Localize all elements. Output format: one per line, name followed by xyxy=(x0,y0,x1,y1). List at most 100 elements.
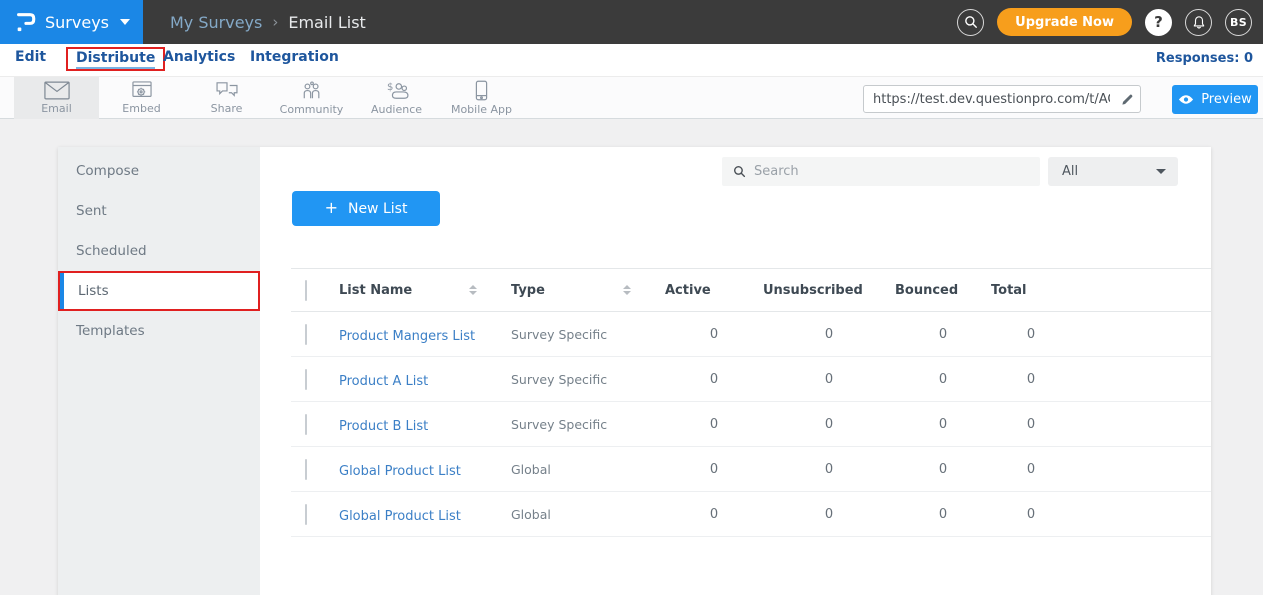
sidebar-item-templates[interactable]: Templates xyxy=(58,311,260,351)
lists-card: Compose Sent Scheduled Lists Templates A… xyxy=(58,147,1211,595)
channel-embed-label: Embed xyxy=(122,102,160,115)
product-name: Surveys xyxy=(45,13,109,32)
svg-text:$: $ xyxy=(387,82,393,93)
list-name-link[interactable]: Global Product List xyxy=(339,509,461,524)
list-name-link[interactable]: Global Product List xyxy=(339,464,461,479)
breadcrumb-separator-icon: › xyxy=(272,13,278,31)
questionpro-logo-icon xyxy=(14,7,36,37)
list-type: Survey Specific xyxy=(511,327,665,342)
preview-button[interactable]: Preview xyxy=(1172,85,1258,114)
distribute-channel-toolbar: Email Embed xyxy=(0,76,1263,119)
sidebar-item-compose[interactable]: Compose xyxy=(58,151,260,191)
sidebar-item-lists[interactable]: Lists xyxy=(58,271,260,311)
unsubscribed-count: 0 xyxy=(763,417,895,432)
list-type: Global xyxy=(511,507,665,522)
plus-icon: + xyxy=(325,198,338,217)
channel-list: Email Embed xyxy=(14,77,524,119)
sidebar-item-sent[interactable]: Sent xyxy=(58,191,260,231)
table-row: Product A List Survey Specific 0 0 0 0 xyxy=(291,357,1211,402)
row-checkbox[interactable] xyxy=(305,324,307,345)
header-total: Total xyxy=(991,283,1071,298)
global-search-button[interactable] xyxy=(957,9,984,36)
list-search-input[interactable] xyxy=(754,164,1040,179)
embed-icon xyxy=(131,81,153,100)
channel-community-label: Community xyxy=(280,103,344,116)
search-icon xyxy=(964,15,978,29)
channel-share[interactable]: Share xyxy=(184,77,269,119)
channel-audience[interactable]: $ Audience xyxy=(354,77,439,119)
breadcrumb-current-page: Email List xyxy=(288,13,365,32)
breadcrumb-my-surveys[interactable]: My Surveys xyxy=(170,13,262,32)
share-icon xyxy=(215,81,239,100)
select-all-checkbox[interactable] xyxy=(305,280,307,301)
tab-edit[interactable]: Edit xyxy=(15,49,46,65)
search-icon xyxy=(733,165,746,178)
sort-icon[interactable] xyxy=(469,285,477,295)
row-checkbox[interactable] xyxy=(305,459,307,480)
user-avatar[interactable]: BS xyxy=(1225,9,1252,36)
total-count: 0 xyxy=(991,507,1071,522)
edit-url-button[interactable] xyxy=(1114,93,1140,106)
avatar-initials: BS xyxy=(1230,16,1247,29)
list-filter-value: All xyxy=(1062,164,1078,179)
list-filter-dropdown[interactable]: All xyxy=(1048,157,1178,186)
tab-distribute[interactable]: Distribute xyxy=(66,47,165,71)
channel-share-label: Share xyxy=(211,102,243,115)
row-checkbox[interactable] xyxy=(305,414,307,435)
help-button[interactable]: ? xyxy=(1145,9,1172,36)
total-count: 0 xyxy=(991,327,1071,342)
chevron-down-icon xyxy=(1156,169,1166,174)
question-mark-icon: ? xyxy=(1154,13,1163,31)
chevron-down-icon xyxy=(120,19,130,25)
sidebar-item-scheduled[interactable]: Scheduled xyxy=(58,231,260,271)
list-type: Global xyxy=(511,462,665,477)
bounced-count: 0 xyxy=(895,417,991,432)
total-count: 0 xyxy=(991,417,1071,432)
row-checkbox[interactable] xyxy=(305,369,307,390)
new-list-label: New List xyxy=(348,201,407,217)
channel-email-label: Email xyxy=(41,102,72,115)
list-name-link[interactable]: Product A List xyxy=(339,374,428,389)
email-icon xyxy=(44,81,70,100)
bounced-count: 0 xyxy=(895,462,991,477)
unsubscribed-count: 0 xyxy=(763,462,895,477)
active-count: 0 xyxy=(665,507,763,522)
sort-icon[interactable] xyxy=(623,285,631,295)
table-header-row: List Name Type Active Unsubscribed Bounc… xyxy=(291,268,1211,312)
channel-mobile-app[interactable]: Mobile App xyxy=(439,77,524,119)
new-list-button[interactable]: + New List xyxy=(292,191,440,226)
survey-url-input[interactable] xyxy=(864,92,1114,107)
list-name-link[interactable]: Product Mangers List xyxy=(339,329,475,344)
unsubscribed-count: 0 xyxy=(763,327,895,342)
active-count: 0 xyxy=(665,372,763,387)
pencil-icon xyxy=(1121,93,1134,106)
header-type[interactable]: Type xyxy=(511,283,665,298)
channel-audience-label: Audience xyxy=(371,103,422,116)
mobile-app-icon xyxy=(475,80,488,101)
row-checkbox[interactable] xyxy=(305,504,307,525)
upgrade-now-button[interactable]: Upgrade Now xyxy=(997,8,1132,36)
list-name-link[interactable]: Product B List xyxy=(339,419,428,434)
table-row: Global Product List Global 0 0 0 0 xyxy=(291,447,1211,492)
unsubscribed-count: 0 xyxy=(763,372,895,387)
audience-icon: $ xyxy=(384,81,410,101)
responses-count[interactable]: Responses: 0 xyxy=(1156,51,1253,66)
list-type: Survey Specific xyxy=(511,372,665,387)
total-count: 0 xyxy=(991,372,1071,387)
notifications-button[interactable] xyxy=(1185,9,1212,36)
eye-icon xyxy=(1178,94,1194,105)
bell-icon xyxy=(1192,15,1206,30)
channel-community[interactable]: Community xyxy=(269,77,354,119)
top-navigation-bar: Surveys My Surveys › Email List Upgrade … xyxy=(0,0,1263,44)
channel-email[interactable]: Email xyxy=(14,77,99,119)
header-bounced: Bounced xyxy=(895,283,991,298)
table-row: Global Product List Global 0 0 0 0 xyxy=(291,492,1211,537)
preview-label: Preview xyxy=(1201,92,1252,107)
bounced-count: 0 xyxy=(895,507,991,522)
tab-analytics[interactable]: Analytics xyxy=(163,49,235,65)
tab-integration[interactable]: Integration xyxy=(250,49,339,65)
product-switcher[interactable]: Surveys xyxy=(0,0,143,44)
header-list-name[interactable]: List Name xyxy=(339,283,511,298)
channel-embed[interactable]: Embed xyxy=(99,77,184,119)
header-active: Active xyxy=(665,283,763,298)
